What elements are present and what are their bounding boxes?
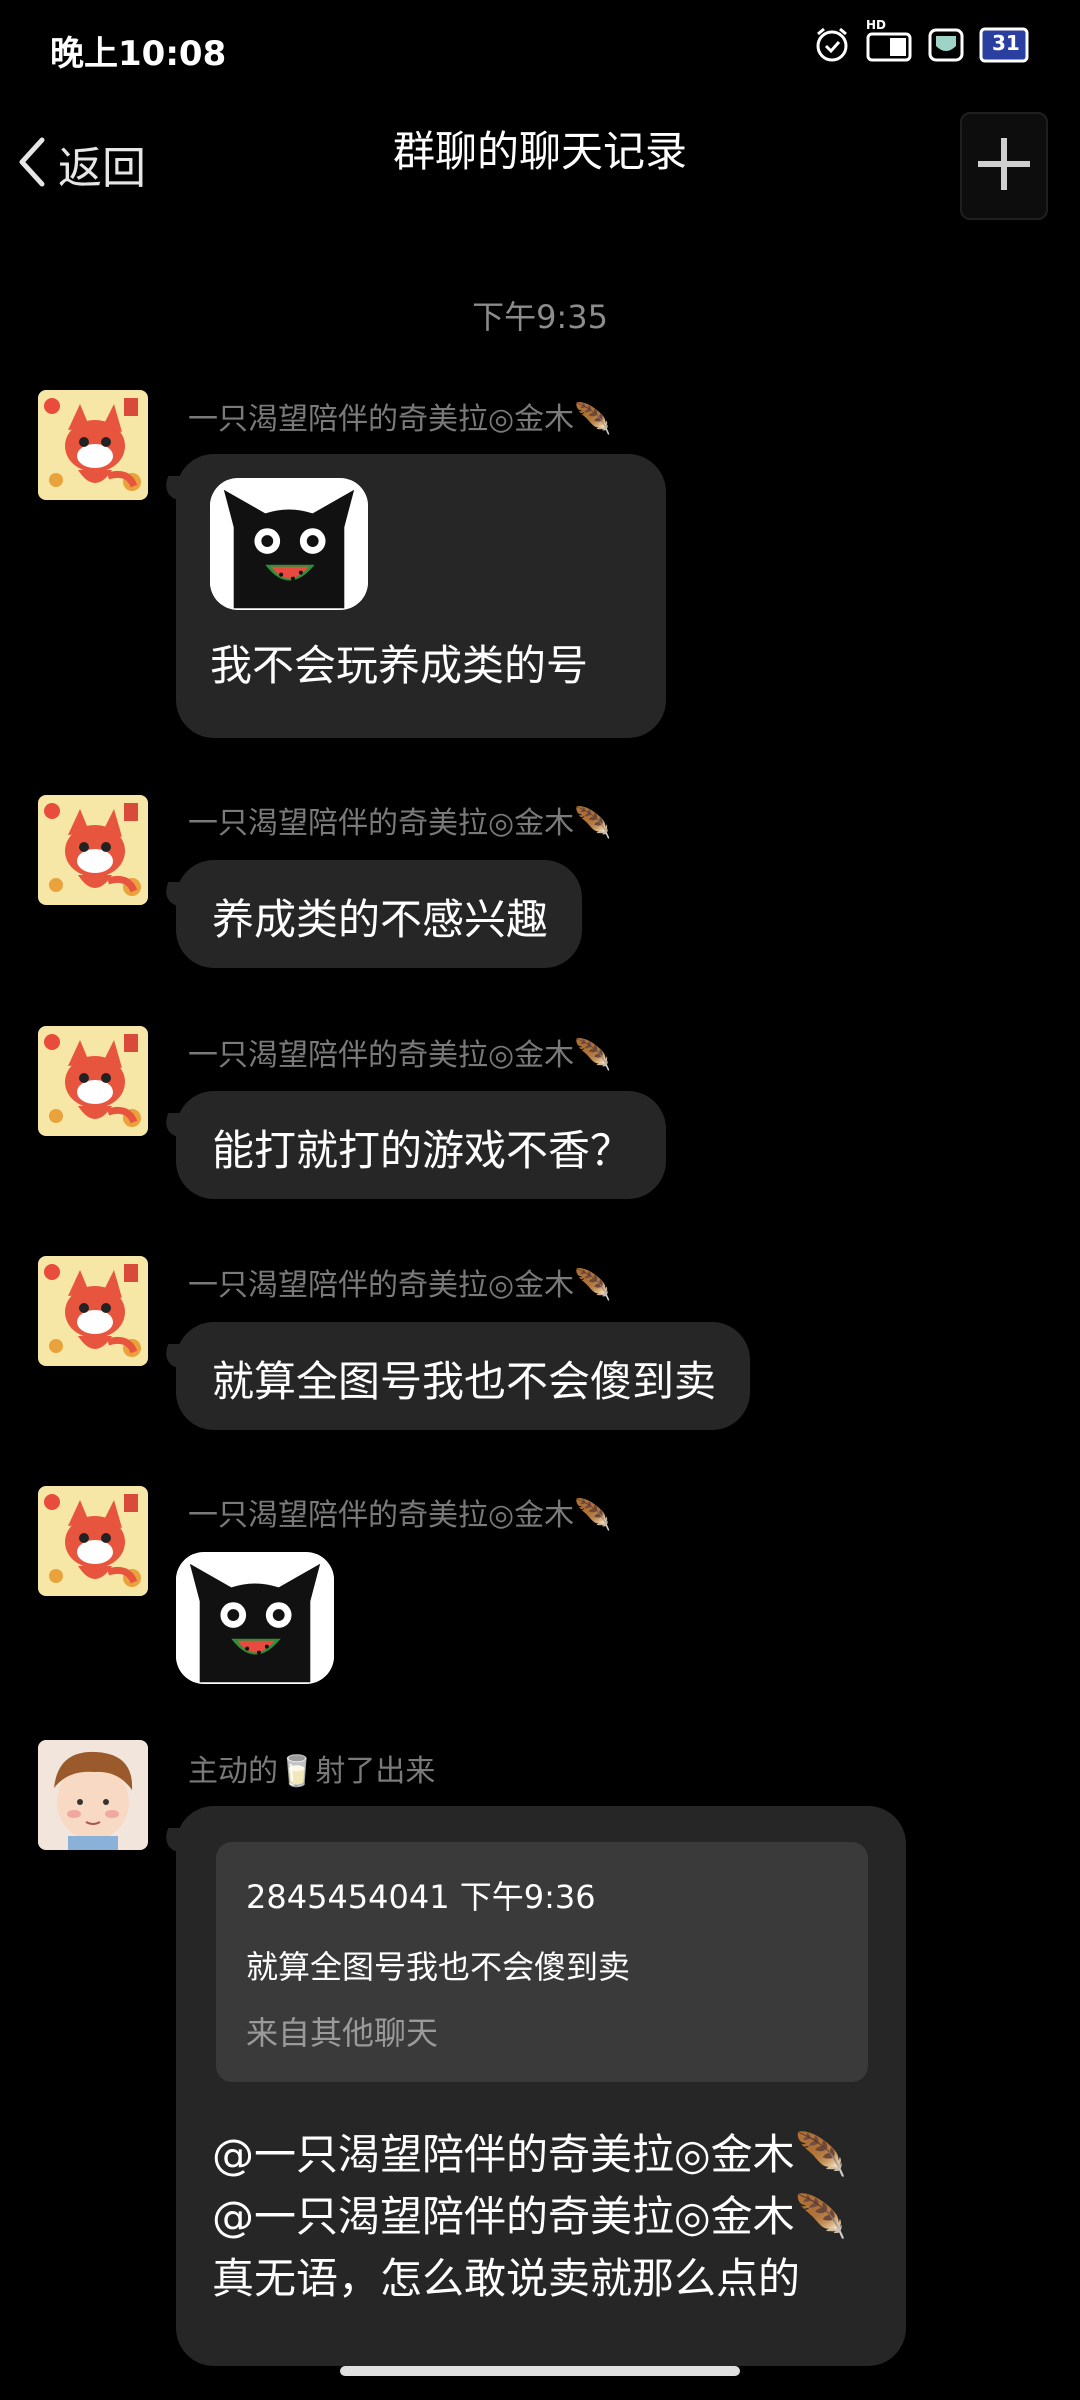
message-bubble[interactable]: 养成类的不感兴趣 [176,860,583,968]
message-text: 我不会玩养成类的号 [210,641,589,690]
message-bubble[interactable]: 2845454041 下午9:36 就算全图号我也不会傻到卖 来自其他聊天 @一… [176,1806,906,2366]
more-button[interactable] [960,112,1048,220]
calendar-day: 31 [992,31,1020,55]
status-time: 晚上10:08 [50,34,227,74]
sender-name: 一只渴望陪伴的奇美拉◎金木🪶 [188,402,612,437]
sender-name: 主动的🥛射了出来 [188,1754,436,1789]
cat-sticker[interactable] [210,478,368,610]
alarm-icon [812,24,852,64]
sender-name: 一只渴望陪伴的奇美拉◎金木🪶 [188,1498,612,1533]
sender-name: 一只渴望陪伴的奇美拉◎金木🪶 [188,1038,612,1073]
sender-name: 一只渴望陪伴的奇美拉◎金木🪶 [188,806,612,841]
hd-signal-icon: HD [864,18,914,64]
quote-text: 就算全图号我也不会傻到卖 [246,1948,631,1986]
quote-header: 2845454041 下午9:36 [246,1878,596,1916]
avatar[interactable] [38,1486,148,1596]
quoted-message[interactable]: 2845454041 下午9:36 就算全图号我也不会傻到卖 来自其他聊天 [216,1842,868,2082]
avatar[interactable] [38,1740,148,1850]
message-text: @一只渴望陪伴的奇美拉◎金木🪶 @一只渴望陪伴的奇美拉◎金木🪶 真无语，怎么敢说… [212,2130,847,2303]
cat-sticker[interactable] [176,1552,334,1684]
timestamp-separator: 下午9:35 [472,298,608,336]
sender-name: 一只渴望陪伴的奇美拉◎金木🪶 [188,1268,612,1303]
message-bubble[interactable]: 能打就打的游戏不香？ [176,1091,667,1199]
plus-icon [974,134,1034,198]
message-bubble[interactable]: 就算全图号我也不会傻到卖 [176,1322,751,1430]
message-text: 就算全图号我也不会傻到卖 [212,1357,717,1406]
shield-icon [926,24,966,64]
calendar-icon: 31 [978,24,1030,64]
page-title: 群聊的聊天记录 [392,127,687,176]
avatar[interactable] [38,390,148,500]
message-text: 能打就打的游戏不香？ [212,1126,633,1175]
quote-source: 来自其他聊天 [246,2014,439,2052]
message-text: 养成类的不感兴趣 [212,895,549,944]
avatar[interactable] [38,1256,148,1366]
home-indicator[interactable] [340,2366,740,2376]
avatar[interactable] [38,795,148,905]
hd-label: HD [866,18,887,32]
message-bubble[interactable]: 我不会玩养成类的号 [176,454,666,738]
status-icons: HD 31 [812,18,1030,64]
avatar[interactable] [38,1026,148,1136]
